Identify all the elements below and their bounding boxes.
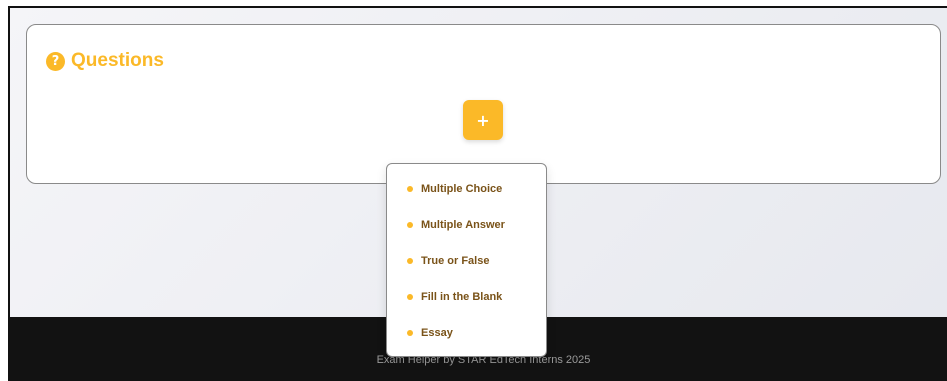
menu-item-label: Fill in the Blank — [421, 291, 503, 303]
bullet-icon — [407, 258, 413, 264]
bullet-icon — [407, 330, 413, 336]
menu-item-multiple-answer[interactable]: Multiple Answer — [387, 207, 546, 243]
menu-item-fill-in-the-blank[interactable]: Fill in the Blank — [387, 279, 546, 315]
add-question-button[interactable]: + — [463, 100, 503, 140]
menu-item-true-or-false[interactable]: True or False — [387, 243, 546, 279]
menu-item-essay[interactable]: Essay — [387, 315, 546, 351]
questions-card: ? Questions + — [26, 24, 941, 184]
menu-item-label: Essay — [421, 327, 453, 339]
menu-item-label: True or False — [421, 255, 490, 267]
menu-item-label: Multiple Answer — [421, 219, 505, 231]
question-circle-icon: ? — [46, 51, 65, 71]
question-type-dropdown: Multiple Choice Multiple Answer True or … — [386, 163, 547, 357]
bullet-icon — [407, 222, 413, 228]
screenshot-frame: ? Questions + Exam Helper by STAR EdTech… — [0, 0, 947, 381]
questions-title: Questions — [71, 50, 164, 71]
menu-item-multiple-choice[interactable]: Multiple Choice — [387, 171, 546, 207]
questions-header: ? Questions — [46, 50, 164, 72]
bullet-icon — [407, 294, 413, 300]
menu-item-label: Multiple Choice — [421, 183, 503, 195]
bullet-icon — [407, 186, 413, 192]
